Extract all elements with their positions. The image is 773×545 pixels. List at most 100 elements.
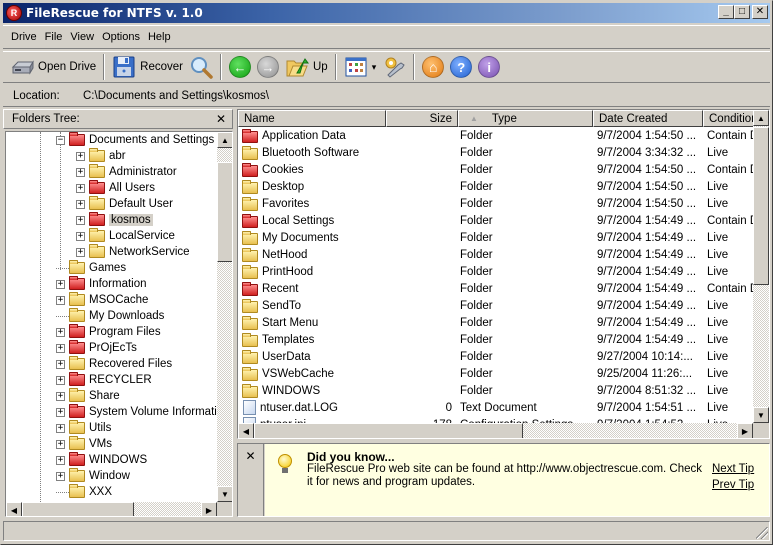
collapse-icon[interactable]: − xyxy=(56,135,65,145)
expand-icon[interactable]: + xyxy=(76,247,85,257)
expand-icon[interactable]: + xyxy=(56,471,65,481)
column-header-date-created[interactable]: Date Created xyxy=(593,110,703,127)
file-row[interactable]: SendTo Folder 9/7/2004 1:54:49 ... Live xyxy=(238,297,755,314)
title-bar[interactable]: R FileRescue for NTFS v. 1.0 _ □ ✕ xyxy=(3,3,770,23)
tree-item[interactable]: + Administrator xyxy=(76,164,177,180)
tree-item[interactable]: − Documents and Settings xyxy=(56,132,214,148)
file-row[interactable]: Templates Folder 9/7/2004 1:54:49 ... Live xyxy=(238,331,755,348)
tree-item[interactable]: My Downloads xyxy=(56,308,164,324)
tree-item[interactable]: + System Volume Information xyxy=(56,404,218,420)
expand-icon[interactable]: + xyxy=(76,183,85,193)
minimize-button[interactable]: _ xyxy=(718,5,734,19)
list-scroll-right-button[interactable]: ▶ xyxy=(737,423,753,438)
file-row[interactable]: Favorites Folder 9/7/2004 1:54:50 ... Live xyxy=(238,195,755,212)
file-row[interactable]: ntuser.dat.LOG 0 Text Document 9/7/2004 1:5… xyxy=(238,399,755,416)
tree-item[interactable]: + PrOjEcTs xyxy=(56,340,137,356)
tree-item[interactable]: Games xyxy=(56,260,126,276)
expand-icon[interactable]: + xyxy=(76,231,85,241)
list-scroll-left-button[interactable]: ◀ xyxy=(238,423,254,438)
list-scroll-thumb[interactable] xyxy=(753,127,769,285)
tree-item[interactable]: + abr xyxy=(76,148,126,164)
view-dropdown-arrow-icon[interactable]: ▾ xyxy=(372,62,377,73)
tree-item[interactable]: + Share xyxy=(56,388,120,404)
expand-icon[interactable]: + xyxy=(76,215,85,225)
settings-button[interactable] xyxy=(379,53,409,81)
tree-item[interactable]: + RECYCLER xyxy=(56,372,152,388)
expand-icon[interactable]: + xyxy=(56,359,65,369)
next-tip-link[interactable]: Next Tip xyxy=(712,463,754,475)
tree-scroll-down-button[interactable]: ▼ xyxy=(217,486,232,502)
tree-item[interactable]: + LocalService xyxy=(76,228,175,244)
tree-item[interactable]: + kosmos xyxy=(76,212,153,228)
tree-item[interactable]: + Program Files xyxy=(56,324,161,340)
about-button[interactable]: i xyxy=(475,53,503,81)
tree-item[interactable]: + MSOCache xyxy=(56,292,148,308)
menu-help[interactable]: Help xyxy=(144,31,175,43)
file-row[interactable]: Application Data Folder 9/7/2004 1:54:50 .… xyxy=(238,127,755,144)
tree-hscroll-thumb[interactable] xyxy=(22,502,134,516)
expand-icon[interactable]: + xyxy=(56,327,65,337)
back-button[interactable]: ← xyxy=(226,53,254,81)
list-scroll-down-button[interactable]: ▼ xyxy=(753,407,769,423)
tree-item[interactable]: + All Users xyxy=(76,180,155,196)
list-horizontal-scrollbar[interactable]: ◀ ▶ xyxy=(238,423,753,438)
expand-icon[interactable]: + xyxy=(56,439,65,449)
file-row[interactable]: Desktop Folder 9/7/2004 1:54:50 ... Live xyxy=(238,178,755,195)
forward-button[interactable]: → xyxy=(254,53,282,81)
file-row[interactable]: Start Menu Folder 9/7/2004 1:54:49 ... Live xyxy=(238,314,755,331)
file-row[interactable]: Cookies Folder 9/7/2004 1:54:50 ... Contain… xyxy=(238,161,755,178)
help-button[interactable]: ? xyxy=(447,53,475,81)
menu-file[interactable]: File xyxy=(41,31,67,43)
up-button[interactable]: Up xyxy=(282,53,331,81)
expand-icon[interactable]: + xyxy=(56,407,65,417)
tip-close-button[interactable]: ✕ xyxy=(238,444,264,516)
tree-item[interactable]: + WINDOWS xyxy=(56,452,147,468)
tree-item[interactable]: + NetworkService xyxy=(76,244,190,260)
file-row[interactable]: UserData Folder 9/27/2004 10:14:... Live xyxy=(238,348,755,365)
tree-item[interactable]: + VMs xyxy=(56,436,112,452)
tree-item[interactable]: XXX xyxy=(56,484,112,500)
expand-icon[interactable]: + xyxy=(76,167,85,177)
tree-scroll-left-button[interactable]: ◀ xyxy=(6,502,22,516)
tree-scroll-right-button[interactable]: ▶ xyxy=(201,502,217,516)
column-header-name[interactable]: Name xyxy=(238,110,386,127)
column-header-type[interactable]: ▲ Type xyxy=(458,110,593,127)
expand-icon[interactable]: + xyxy=(56,455,65,465)
search-button[interactable] xyxy=(186,53,216,81)
column-header-size[interactable]: Size xyxy=(386,110,458,127)
file-row[interactable]: NetHood Folder 9/7/2004 1:54:49 ... Live xyxy=(238,246,755,263)
tree-vertical-scrollbar[interactable]: ▲ ▼ xyxy=(217,132,232,502)
resize-grip-icon[interactable] xyxy=(756,527,768,539)
tree-scroll-thumb[interactable] xyxy=(217,162,232,262)
tree-item[interactable]: + Window xyxy=(56,468,130,484)
menu-options[interactable]: Options xyxy=(98,31,144,43)
close-button[interactable]: ✕ xyxy=(752,5,768,19)
maximize-button[interactable]: □ xyxy=(734,5,750,19)
expand-icon[interactable]: + xyxy=(76,151,85,161)
folders-tree-close-icon[interactable]: ✕ xyxy=(216,112,226,126)
tree-scroll-up-button[interactable]: ▲ xyxy=(217,132,232,148)
view-mode-button[interactable]: ▾ xyxy=(341,53,380,81)
expand-icon[interactable]: + xyxy=(56,343,65,353)
menu-view[interactable]: View xyxy=(66,31,98,43)
tree-item[interactable]: + Utils xyxy=(56,420,111,436)
tree-item[interactable]: + Default User xyxy=(76,196,173,212)
expand-icon[interactable]: + xyxy=(56,295,65,305)
expand-icon[interactable]: + xyxy=(56,423,65,433)
tree-horizontal-scrollbar[interactable]: ◀ ▶ xyxy=(6,502,217,516)
expand-icon[interactable]: + xyxy=(56,375,65,385)
tree-item[interactable]: + Recovered Files xyxy=(56,356,172,372)
file-row[interactable]: My Documents Folder 9/7/2004 1:54:49 ... Li… xyxy=(238,229,755,246)
open-drive-button[interactable]: Open Drive xyxy=(7,53,99,81)
file-row[interactable]: PrintHood Folder 9/7/2004 1:54:49 ... Live xyxy=(238,263,755,280)
prev-tip-link[interactable]: Prev Tip xyxy=(712,479,754,491)
tree-item[interactable]: + Information xyxy=(56,276,147,292)
list-scroll-up-button[interactable]: ▲ xyxy=(753,110,769,126)
menu-drive[interactable]: Drive xyxy=(7,31,41,43)
expand-icon[interactable]: + xyxy=(56,279,65,289)
home-button[interactable]: ⌂ xyxy=(419,53,447,81)
file-row[interactable]: Local Settings Folder 9/7/2004 1:54:49 ...… xyxy=(238,212,755,229)
recover-button[interactable]: Recover xyxy=(109,53,186,81)
file-row[interactable]: WINDOWS Folder 9/7/2004 8:51:32 ... Live xyxy=(238,382,755,399)
expand-icon[interactable]: + xyxy=(56,391,65,401)
